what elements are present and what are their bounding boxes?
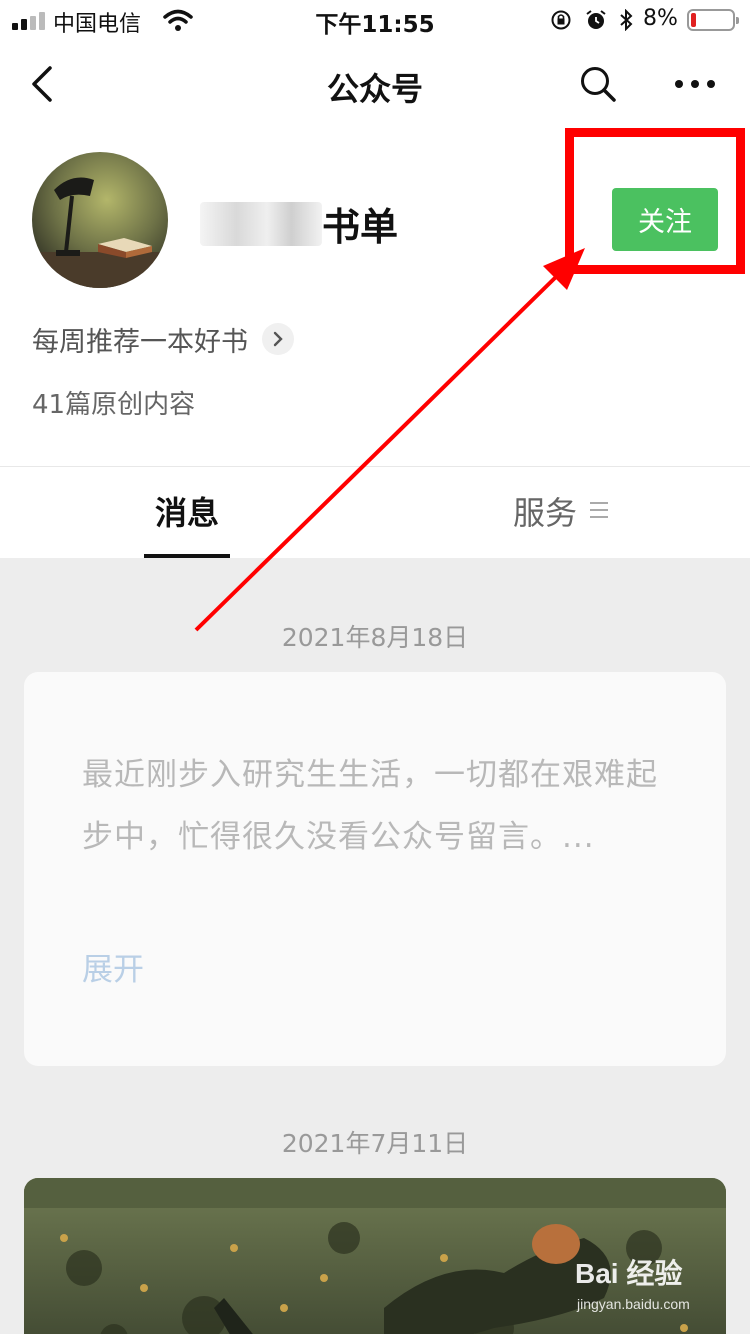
page-title: 公众号 xyxy=(326,70,423,108)
more-icon[interactable] xyxy=(673,70,717,98)
account-avatar[interactable] xyxy=(32,152,168,288)
battery-percent: 8% xyxy=(643,6,678,31)
nav-bar: 公众号 xyxy=(0,44,750,124)
expand-link[interactable]: 展开 xyxy=(82,944,144,989)
account-name: 书单 xyxy=(200,196,398,249)
account-name-text: 书单 xyxy=(322,205,399,249)
status-bar: 中国电信 下午11:55 8% xyxy=(0,0,750,42)
tab-messages[interactable]: 消息 xyxy=(155,488,219,534)
divider xyxy=(0,466,750,467)
bluetooth-icon xyxy=(620,9,633,31)
watermark-url: jingyan.baidu.com xyxy=(577,1296,690,1312)
alarm-icon xyxy=(586,10,606,29)
message-feed: 2021年8月18日 最近刚步入研究生生活，一切都在艰难起步中，忙得很久没看公众… xyxy=(0,558,750,1334)
search-icon[interactable] xyxy=(578,64,618,104)
orientation-lock-icon xyxy=(551,10,571,30)
chevron-right-icon xyxy=(262,323,294,355)
watermark-brand: Bai 经验 xyxy=(575,1258,683,1289)
redacted-name-blur xyxy=(200,201,322,246)
account-description: 每周推荐一本好书 xyxy=(32,326,248,358)
original-content-count: 41篇原创内容 xyxy=(32,390,196,420)
annotation-highlight-box xyxy=(565,128,745,274)
lamp-and-book-image xyxy=(32,152,168,288)
message-card[interactable]: 最近刚步入研究生生活，一切都在艰难起步中，忙得很久没看公众号留言。... 展开 xyxy=(24,672,726,1066)
date-label: 2021年8月18日 xyxy=(281,623,469,652)
account-description-row[interactable]: 每周推荐一本好书 xyxy=(32,318,294,360)
battery-icon xyxy=(687,9,739,31)
tab-services[interactable]: 服务 xyxy=(513,488,577,534)
date-label: 2021年7月11日 xyxy=(281,1129,469,1158)
menu-lines-icon xyxy=(590,502,608,520)
baidu-watermark: Bai 经验 jingyan.baidu.com xyxy=(575,1252,735,1322)
status-time: 下午11:55 xyxy=(315,12,435,38)
message-text: 最近刚步入研究生生活，一切都在艰难起步中，忙得很久没看公众号留言。... xyxy=(82,757,658,855)
